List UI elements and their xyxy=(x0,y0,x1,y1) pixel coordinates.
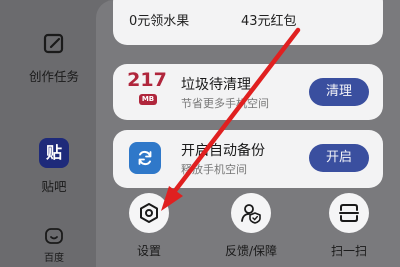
red-packet-link[interactable]: 43元红包 xyxy=(241,10,297,29)
sidebar-item-baidu[interactable]: 百度 xyxy=(0,226,108,264)
feedback-circle xyxy=(231,193,271,233)
junk-size-value: 217 xyxy=(127,69,167,91)
junk-size-unit-badge: MB xyxy=(139,94,157,105)
edit-square-icon xyxy=(43,33,64,54)
sidebar-item-label: 创作任务 xyxy=(28,69,79,84)
junk-clean-subtitle: 节省更多手机空间 xyxy=(181,97,269,110)
sidebar-item-label: 百度 xyxy=(44,253,64,264)
feedback-protection-button[interactable]: 反馈/保障 xyxy=(211,193,291,259)
scan-button[interactable]: 扫一扫 xyxy=(309,193,389,259)
clean-button[interactable]: 清理 xyxy=(309,78,369,106)
free-fruit-link[interactable]: 0元领水果 xyxy=(129,10,189,29)
auto-backup-subtitle: 释放手机空间 xyxy=(181,163,247,176)
settings-hexagon-icon xyxy=(140,203,158,223)
feedback-label: 反馈/保障 xyxy=(224,244,278,258)
settings-button[interactable]: 设置 xyxy=(109,193,189,259)
junk-clean-title: 垃圾待清理 xyxy=(181,77,251,93)
feedback-shield-icon xyxy=(241,204,261,224)
scan-label: 扫一扫 xyxy=(330,244,367,258)
baidu-home-icon xyxy=(45,228,63,244)
auto-backup-title: 开启自动备份 xyxy=(181,143,265,159)
settings-circle xyxy=(129,193,169,233)
settings-label: 设置 xyxy=(136,244,161,258)
enable-backup-button[interactable]: 开启 xyxy=(309,144,369,172)
junk-clean-card[interactable]: 217 MB 垃圾待清理 节省更多手机空间 清理 xyxy=(113,64,383,120)
sidebar-item-creation-tasks[interactable]: 创作任务 xyxy=(0,32,108,85)
rewards-card: 0元领水果 43元红包 xyxy=(113,0,383,45)
tieba-app-icon: 贴 xyxy=(39,138,69,168)
scan-circle xyxy=(329,193,369,233)
auto-backup-card[interactable]: 开启自动备份 释放手机空间 开启 xyxy=(113,130,383,188)
scan-icon xyxy=(339,204,359,222)
sync-icon xyxy=(129,142,161,174)
left-sidebar: 创作任务 贴 贴吧 百度 xyxy=(0,0,108,267)
sidebar-item-tieba[interactable]: 贴 贴吧 xyxy=(0,138,108,195)
sidebar-item-label: 贴吧 xyxy=(41,179,67,194)
